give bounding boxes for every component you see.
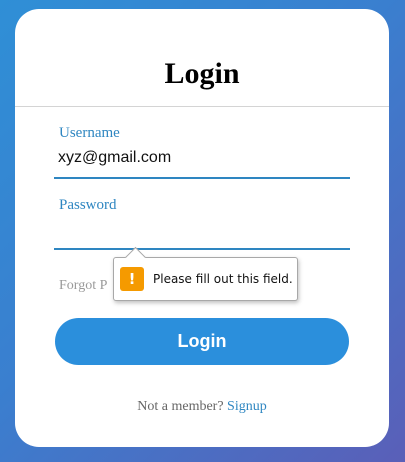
login-card: Login Username xyz@gmail.com Password Fo…	[15, 9, 389, 447]
forgot-password-link[interactable]: Forgot P	[59, 279, 107, 293]
username-underline	[54, 177, 350, 179]
validation-message: Please fill out this field.	[153, 272, 293, 286]
signup-link[interactable]: Signup	[227, 399, 267, 414]
password-label: Password	[59, 197, 117, 213]
divider	[15, 106, 389, 107]
username-input[interactable]: xyz@gmail.com	[58, 150, 171, 166]
warning-icon: !	[120, 267, 144, 291]
login-button[interactable]: Login	[55, 318, 349, 365]
signup-prompt: Not a member?	[137, 399, 224, 414]
page-title: Login	[164, 57, 240, 90]
username-label: Username	[59, 125, 120, 141]
password-underline	[54, 248, 350, 250]
warning-glyph: !	[128, 270, 136, 288]
signup-row: Not a member? Signup	[15, 400, 389, 414]
password-input[interactable]	[58, 223, 348, 243]
